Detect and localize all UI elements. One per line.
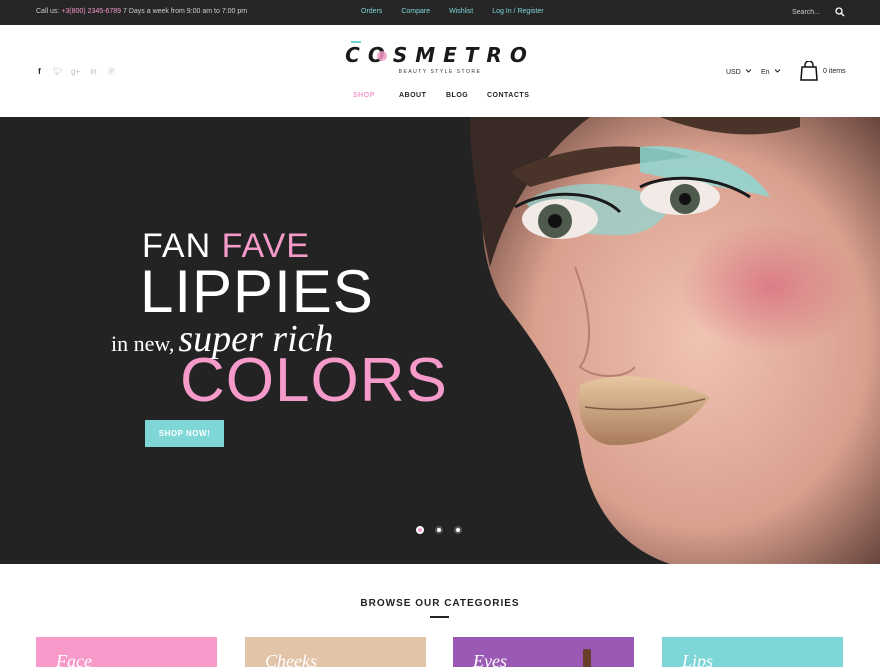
category-face[interactable]: Face xyxy=(36,637,217,667)
category-label: Cheeks xyxy=(265,651,317,667)
nav-item-contacts[interactable]: CONTACTS xyxy=(487,92,529,99)
pinterest-icon[interactable]: Ⓟ xyxy=(107,67,116,76)
hero-in-new: in new, xyxy=(111,331,175,356)
main-nav: SHOP ABOUT BLOG CONTACTS xyxy=(353,92,529,99)
phone-link[interactable]: +3(800) 2345-6789 xyxy=(61,8,121,15)
contact-info: Call us: +3(800) 2345-6789 7 Days a week… xyxy=(36,8,247,15)
category-label: Face xyxy=(56,651,92,667)
site-header: f 🐦︎ g+ in Ⓟ COSMETRO BEAUTY STYLE STORE… xyxy=(0,25,880,117)
hero-model-image xyxy=(470,117,880,564)
social-links: f 🐦︎ g+ in Ⓟ xyxy=(35,67,116,76)
search-box xyxy=(792,7,847,18)
currency-value: USD xyxy=(726,69,741,76)
language-select[interactable]: En xyxy=(761,68,781,76)
nav-item-shop[interactable]: SHOP xyxy=(353,92,399,99)
facebook-icon[interactable]: f xyxy=(35,67,44,76)
cart-count: 0 items xyxy=(823,68,846,75)
language-value: En xyxy=(761,69,770,76)
login-register-link[interactable]: Log In / Register xyxy=(492,8,543,15)
compare-link[interactable]: Compare xyxy=(401,8,430,15)
product-image xyxy=(583,649,591,667)
slider-pagination xyxy=(416,526,462,534)
category-cheeks[interactable]: Cheeks xyxy=(245,637,426,667)
hero-colors: COLORS xyxy=(180,346,448,415)
logo-tagline: BEAUTY STYLE STORE xyxy=(398,69,482,75)
category-eyes[interactable]: Eyes xyxy=(453,637,634,667)
call-label: Call us: xyxy=(36,8,60,15)
search-icon[interactable] xyxy=(835,7,845,17)
heading-underline xyxy=(430,616,449,618)
categories-heading: BROWSE OUR CATEGORIES xyxy=(360,598,520,609)
linkedin-icon[interactable]: in xyxy=(89,67,98,76)
opening-hours: 7 Days a week from 9:00 am to 7:00 pm xyxy=(123,8,248,15)
hero-slider: FAN FAVE LIPPIES in new, super rich COLO… xyxy=(0,117,880,564)
google-plus-icon[interactable]: g+ xyxy=(71,67,80,76)
category-label: Eyes xyxy=(473,651,507,667)
logo-accent-dash xyxy=(351,41,361,43)
chevron-down-icon xyxy=(774,69,780,73)
category-label: Lips xyxy=(682,651,714,667)
site-logo[interactable]: COSMETRO BEAUTY STYLE STORE xyxy=(340,41,540,75)
search-input[interactable] xyxy=(792,7,832,18)
category-lips[interactable]: Lips xyxy=(662,637,843,667)
hero-lippies: LIPPIES xyxy=(140,258,374,325)
logo-accent-blob xyxy=(377,51,387,61)
nav-item-blog[interactable]: BLOG xyxy=(446,92,487,99)
slider-dot-1[interactable] xyxy=(416,526,424,534)
logo-text: COSMETRO xyxy=(345,43,535,67)
shopping-bag-icon xyxy=(800,60,818,81)
wishlist-link[interactable]: Wishlist xyxy=(449,8,473,15)
slider-dot-2[interactable] xyxy=(435,526,443,534)
nav-item-about[interactable]: ABOUT xyxy=(399,92,446,99)
cart-button[interactable]: 0 items xyxy=(800,60,850,81)
chevron-down-icon xyxy=(745,69,752,73)
orders-link[interactable]: Orders xyxy=(361,8,382,15)
slider-dot-3[interactable] xyxy=(454,526,462,534)
currency-select[interactable]: USD xyxy=(726,68,752,76)
top-bar: Call us: +3(800) 2345-6789 7 Days a week… xyxy=(0,0,880,25)
twitter-icon[interactable]: 🐦︎ xyxy=(53,67,63,76)
shop-now-button[interactable]: SHOP NOW! xyxy=(145,420,224,447)
account-links: Orders Compare Wishlist Log In / Registe… xyxy=(361,8,561,15)
